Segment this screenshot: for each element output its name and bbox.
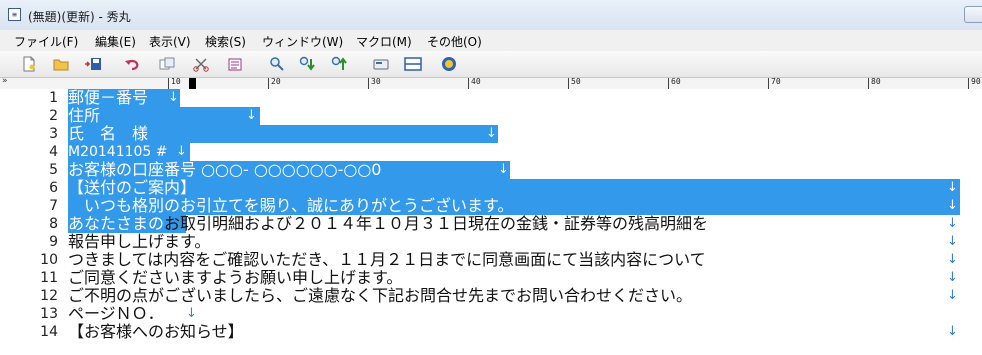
open-folder-icon[interactable] xyxy=(52,55,70,73)
text-line[interactable]: 12 ご不明の点がございましたら、ご遠慮なく下記お問合せ先までお問い合わせくださ… xyxy=(0,287,982,305)
line-text: ページＮＯ． xyxy=(68,304,164,323)
line-number: 5 xyxy=(49,162,58,178)
line-number: 1 xyxy=(49,90,58,106)
selected-text: あなたさまの xyxy=(68,214,165,233)
grep-icon[interactable] xyxy=(372,55,390,73)
ruler-label: 30 xyxy=(371,78,381,86)
text-line[interactable]: 4 M20141105 # ↓ xyxy=(0,143,982,161)
text-line[interactable]: 11 ご同意くださいますようお願い申し上げます。 ↓ xyxy=(0,269,982,287)
line-number: 14 xyxy=(40,324,58,340)
title-bar: ≡ (無題)(更新) - 秀丸 xyxy=(0,0,982,31)
unselected-text: お取引明細および２０１４年１０月３１日現在の金銭・証券等の残高明細を xyxy=(164,214,709,233)
text-line[interactable]: 13 ページＮＯ． ↓ xyxy=(0,305,982,323)
line-text: 【送付のご案内】 xyxy=(68,178,197,197)
line-number: 6 xyxy=(49,180,58,196)
app-icon: ≡ xyxy=(8,8,21,21)
line-number: 3 xyxy=(49,126,58,142)
newline-mark: ↓ xyxy=(947,288,958,303)
newline-mark: ↓ xyxy=(176,144,187,159)
ruler-label: 80 xyxy=(871,78,881,86)
newline-mark: ↓ xyxy=(186,306,197,321)
ruler-label: 40 xyxy=(471,78,481,86)
line-text: ご同意くださいますようお願い申し上げます。 xyxy=(68,268,403,287)
menu-edit[interactable]: 編集(E) xyxy=(95,33,136,50)
text-line[interactable]: 7 いつも格別のお引立てを賜り、誠にありがとうございます。 ↓ xyxy=(0,197,982,215)
window-split-icon[interactable] xyxy=(404,55,422,73)
line-number: 12 xyxy=(40,288,58,304)
find-up-icon[interactable] xyxy=(330,55,348,73)
line-text: 住所 xyxy=(68,106,101,125)
menu-bar: ファイル(F) 編集(E) 表示(V) 検索(S) ウィンドウ(W) マクロ(M… xyxy=(0,30,982,52)
help-icon[interactable] xyxy=(440,55,458,73)
line-number: 13 xyxy=(40,306,58,322)
text-line[interactable]: 8 あなたさまのお取引明細および２０１４年１０月３１日現在の金銭・証券等の残高明… xyxy=(0,215,982,233)
ruler-label: 90 xyxy=(971,78,981,86)
text-line[interactable]: 14 【お客様へのお知らせ】 ↓ xyxy=(0,323,982,341)
line-number: 8 xyxy=(49,216,58,232)
ruler-label: 70 xyxy=(771,78,781,86)
ruler-label: 60 xyxy=(671,78,681,86)
newline-mark: ↓ xyxy=(947,198,958,213)
newline-mark: ↓ xyxy=(498,162,509,177)
line-number: 2 xyxy=(49,108,58,124)
ruler-start-mark: » xyxy=(2,78,8,86)
menu-file[interactable]: ファイル(F) xyxy=(14,33,78,50)
line-number: 4 xyxy=(49,144,58,160)
newline-mark: ↓ xyxy=(947,216,958,231)
ruler-cursor xyxy=(189,78,196,89)
line-text: あなたさまのお取引明細および２０１４年１０月３１日現在の金銭・証券等の残高明細を xyxy=(68,215,708,233)
text-line[interactable]: 2 住所 ↓ xyxy=(0,107,982,125)
newline-mark: ↓ xyxy=(947,234,958,249)
text-line[interactable]: 5 お客様の口座番号 ○○○- ○○○○○○-○○0 ↓ xyxy=(0,161,982,179)
cut-icon[interactable] xyxy=(192,55,210,73)
copy-icon[interactable] xyxy=(158,55,176,73)
find-icon[interactable] xyxy=(268,55,286,73)
text-editor[interactable]: 1 郵便－番号 ↓ 2 住所 ↓ 3 氏 名 様 ↓ 4 M20141105 #… xyxy=(0,89,982,355)
newline-mark: ↓ xyxy=(947,270,958,285)
line-text: M20141105 # xyxy=(68,144,168,160)
minimize-button[interactable] xyxy=(964,6,982,23)
menu-other[interactable]: その他(O) xyxy=(427,33,482,50)
text-line[interactable]: 10 つきましては内容をご確認いただき、１１月２１日までに同意画面にて当該内容に… xyxy=(0,251,982,269)
newline-mark: ↓ xyxy=(947,252,958,267)
line-number: 10 xyxy=(40,252,58,268)
text-line[interactable]: 1 郵便－番号 ↓ xyxy=(0,89,982,107)
line-number: 7 xyxy=(49,198,58,214)
line-number: 9 xyxy=(49,234,58,250)
line-text: いつも格別のお引立てを賜り、誠にありがとうございます。 xyxy=(68,196,514,215)
newline-mark: ↓ xyxy=(947,324,958,339)
ruler-label: 10 xyxy=(171,78,181,86)
text-line[interactable]: 3 氏 名 様 ↓ xyxy=(0,125,982,143)
menu-window[interactable]: ウィンドウ(W) xyxy=(262,33,343,50)
ruler-label: 20 xyxy=(271,78,281,86)
line-text: 【お客様へのお知らせ】 xyxy=(68,322,244,341)
menu-search[interactable]: 検索(S) xyxy=(205,33,246,50)
line-text: 氏 名 様 xyxy=(68,124,149,143)
line-text: 郵便－番号 xyxy=(68,88,149,107)
menu-macro[interactable]: マクロ(M) xyxy=(356,33,412,50)
line-text: つきましては内容をご確認いただき、１１月２１日までに同意画面にて当該内容について xyxy=(68,250,706,269)
paste-icon[interactable] xyxy=(226,55,244,73)
newline-mark: ↓ xyxy=(486,126,497,141)
ruler-label: 50 xyxy=(571,78,581,86)
newline-mark: ↓ xyxy=(246,108,257,123)
text-line[interactable]: 9 報告申し上げます。 ↓ xyxy=(0,233,982,251)
undo-icon[interactable] xyxy=(124,55,142,73)
find-down-icon[interactable] xyxy=(298,55,316,73)
newline-mark: ↓ xyxy=(168,90,179,105)
menu-view[interactable]: 表示(V) xyxy=(149,33,191,50)
new-file-icon[interactable] xyxy=(20,55,38,73)
line-text: ご不明の点がございましたら、ご遠慮なく下記お問合せ先までお問い合わせください。 xyxy=(68,286,693,305)
line-number: 11 xyxy=(40,270,58,286)
toolbar xyxy=(0,51,982,78)
selection-highlight xyxy=(68,179,960,197)
line-text: お客様の口座番号 ○○○- ○○○○○○-○○0 xyxy=(68,160,382,179)
line-text: 報告申し上げます。 xyxy=(68,232,211,251)
newline-mark: ↓ xyxy=(947,180,958,195)
window-title: (無題)(更新) - 秀丸 xyxy=(28,10,131,24)
text-line[interactable]: 6 【送付のご案内】 ↓ xyxy=(0,179,982,197)
save-icon[interactable] xyxy=(84,55,102,73)
